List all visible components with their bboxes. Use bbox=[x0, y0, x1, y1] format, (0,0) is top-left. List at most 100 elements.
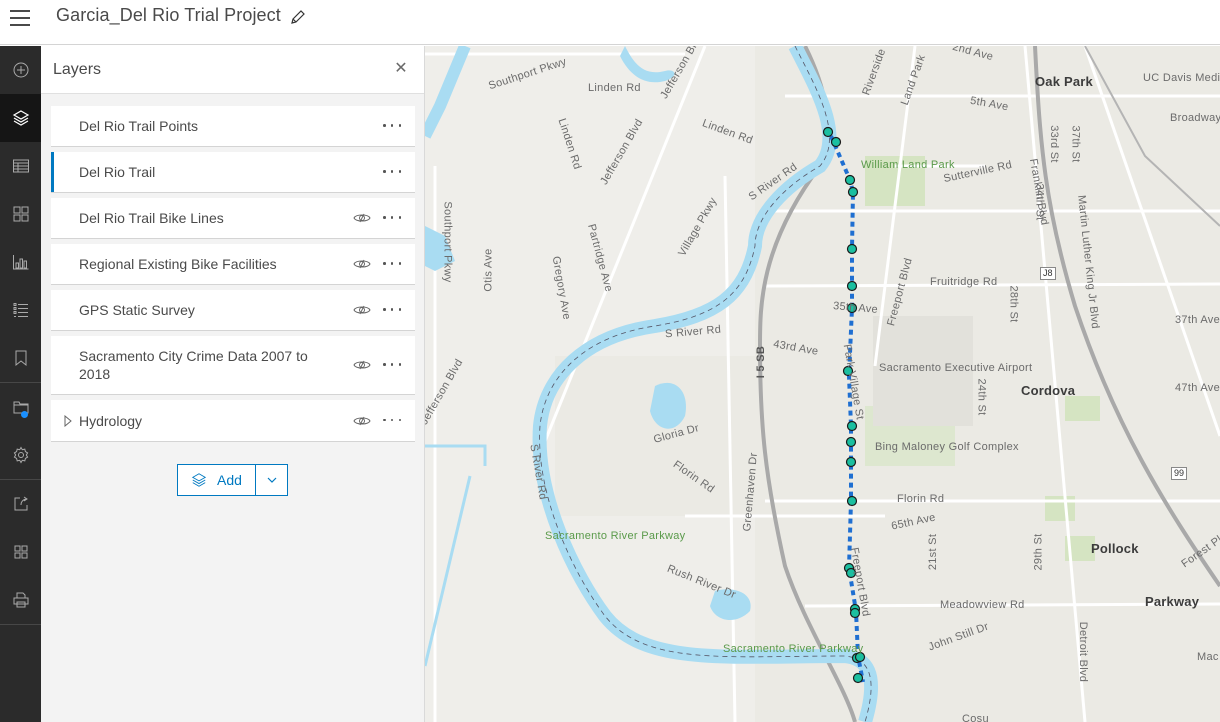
map-view[interactable]: Southport Pkwy Southport Pkwy Linden Rd … bbox=[425, 46, 1220, 722]
map-label: Sacramento Executive Airport bbox=[879, 362, 1033, 374]
basemap-gallery-icon bbox=[13, 206, 28, 222]
add-dropdown-button[interactable] bbox=[256, 465, 287, 495]
action-basemap[interactable] bbox=[0, 190, 41, 238]
layer-item-regional-existing-bike-facilities[interactable]: Regional Existing Bike Facilities bbox=[51, 244, 415, 285]
layer-item-hydrology[interactable]: Hydrology bbox=[51, 400, 415, 442]
trail-point bbox=[822, 126, 834, 138]
map-label: Bing Maloney Golf Complex bbox=[875, 441, 1019, 453]
legend-list-icon bbox=[13, 303, 28, 317]
layer-name: Del Rio Trail Bike Lines bbox=[79, 210, 224, 226]
visibility-off-icon[interactable] bbox=[353, 212, 371, 224]
map-label: 21st St bbox=[927, 533, 940, 571]
hamburger-menu-icon[interactable] bbox=[10, 8, 30, 26]
table-icon bbox=[12, 159, 29, 173]
more-options-icon[interactable] bbox=[383, 308, 401, 312]
map-label: Parkway bbox=[1145, 594, 1200, 609]
map-label: Cosu bbox=[962, 713, 989, 722]
visibility-off-icon[interactable] bbox=[353, 258, 371, 270]
action-share[interactable] bbox=[0, 480, 41, 528]
layer-name: Sacramento City Crime Data 2007 to 2018 bbox=[79, 348, 308, 382]
layer-item-del-rio-trail-bike-lines[interactable]: Del Rio Trail Bike Lines bbox=[51, 198, 415, 239]
action-layers[interactable] bbox=[0, 94, 41, 142]
printer-icon bbox=[13, 592, 28, 608]
add-label: Add bbox=[217, 472, 242, 488]
map-label: Cordova bbox=[1021, 383, 1076, 398]
map-label: 24th St bbox=[975, 378, 988, 416]
map-label: Detroit Blvd bbox=[1077, 621, 1090, 683]
visibility-off-icon[interactable] bbox=[353, 415, 371, 427]
trail-point bbox=[845, 436, 857, 448]
layer-item-del-rio-trail[interactable]: Del Rio Trail bbox=[51, 152, 415, 193]
map-label: 28th St bbox=[1007, 285, 1020, 323]
map-label: Sacramento River Parkway bbox=[723, 643, 864, 655]
expand-caret-icon[interactable] bbox=[63, 414, 73, 427]
add-layer-button[interactable]: Add bbox=[178, 465, 256, 495]
close-icon[interactable]: ✕ bbox=[392, 60, 410, 78]
map-label: Pollock bbox=[1091, 541, 1139, 556]
layer-list: Del Rio Trail Points Del Rio Trail Del R… bbox=[51, 106, 415, 447]
chevron-down-icon bbox=[267, 477, 276, 483]
map-label: I 5 SB bbox=[755, 345, 768, 379]
bookmark-icon bbox=[15, 350, 26, 367]
trail-point bbox=[844, 174, 856, 186]
map-label: 29th St bbox=[1032, 533, 1045, 571]
map-label: Sacramento River Parkway bbox=[545, 530, 686, 542]
action-apps[interactable] bbox=[0, 528, 41, 576]
more-options-icon[interactable] bbox=[383, 262, 401, 266]
more-options-icon[interactable] bbox=[383, 216, 401, 220]
trail-point bbox=[846, 420, 858, 432]
map-label: 34th St bbox=[1033, 183, 1046, 221]
action-print[interactable] bbox=[0, 576, 41, 624]
map-label: William Land Park bbox=[861, 159, 955, 171]
map-label: Oak Park bbox=[1035, 74, 1093, 89]
route-shield-j8: J8 bbox=[1040, 267, 1056, 280]
pencil-icon[interactable] bbox=[289, 8, 307, 26]
map-label: 33rd St bbox=[1047, 125, 1060, 163]
map-label: Florin Rd bbox=[897, 493, 945, 505]
layer-item-gps-static-survey[interactable]: GPS Static Survey bbox=[51, 290, 415, 331]
action-tables[interactable] bbox=[0, 142, 41, 190]
map-label: Meadowview Rd bbox=[940, 599, 1025, 611]
action-add[interactable] bbox=[0, 46, 41, 94]
map-label: Fruitridge Rd bbox=[930, 276, 998, 288]
trail-point bbox=[846, 495, 858, 507]
more-options-icon[interactable] bbox=[383, 418, 401, 423]
app-header: Garcia_Del Rio Trial Project bbox=[0, 0, 1220, 45]
trail-point bbox=[846, 243, 858, 255]
basemap bbox=[425, 46, 1220, 722]
visibility-off-icon[interactable] bbox=[353, 359, 371, 371]
action-bookmarks[interactable] bbox=[0, 334, 41, 382]
action-legend[interactable] bbox=[0, 286, 41, 334]
map-label: Southport Pkwy bbox=[441, 201, 454, 283]
map-label: Mac bbox=[1197, 651, 1219, 663]
gear-icon bbox=[13, 446, 28, 464]
more-options-icon[interactable] bbox=[383, 363, 401, 367]
layer-name: Hydrology bbox=[79, 412, 143, 429]
trail-point bbox=[830, 136, 842, 148]
more-options-icon[interactable] bbox=[383, 170, 401, 174]
more-options-icon[interactable] bbox=[383, 124, 401, 128]
trail-point bbox=[852, 672, 864, 684]
action-settings[interactable] bbox=[0, 431, 41, 479]
action-charts[interactable] bbox=[0, 238, 41, 286]
action-map-properties[interactable] bbox=[0, 383, 41, 431]
map-label: 37th St bbox=[1069, 125, 1082, 163]
map-label: 37th Ave bbox=[1175, 314, 1220, 326]
trail-point bbox=[847, 186, 859, 198]
layers-icon bbox=[12, 110, 29, 126]
layers-panel: Layers ✕ Del Rio Trail Points Del Rio Tr… bbox=[41, 46, 425, 722]
map-label: UC Davis Medical Center bbox=[1143, 72, 1220, 84]
add-layer-split-button: Add bbox=[177, 464, 288, 496]
layer-name: GPS Static Survey bbox=[79, 302, 195, 318]
map-label: Broadway bbox=[1170, 112, 1220, 124]
notification-badge bbox=[21, 411, 28, 418]
visibility-off-icon[interactable] bbox=[353, 304, 371, 316]
map-label: 47th Ave bbox=[1175, 382, 1220, 394]
map-label: Otis Ave bbox=[482, 248, 495, 292]
layer-name: Del Rio Trail Points bbox=[79, 118, 199, 134]
layer-name: Regional Existing Bike Facilities bbox=[79, 256, 277, 272]
layer-name: Del Rio Trail bbox=[79, 164, 156, 180]
layer-item-sacramento-city-crime-data[interactable]: Sacramento City Crime Data 2007 to 2018 bbox=[51, 336, 415, 395]
project-title: Garcia_Del Rio Trial Project bbox=[56, 5, 281, 25]
layer-item-del-rio-trail-points[interactable]: Del Rio Trail Points bbox=[51, 106, 415, 147]
